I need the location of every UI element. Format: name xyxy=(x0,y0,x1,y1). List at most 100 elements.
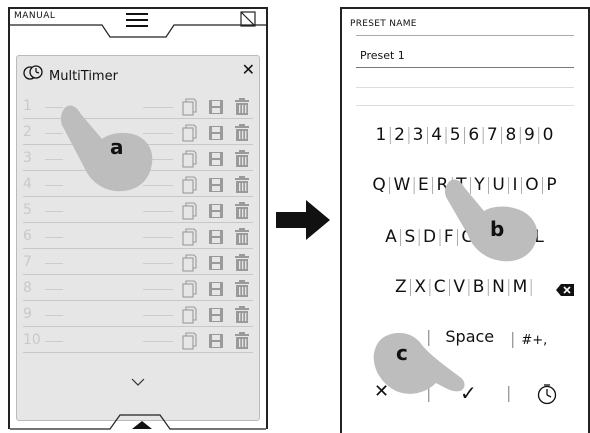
key-separator: | xyxy=(485,277,493,297)
save-icon[interactable] xyxy=(209,126,223,140)
key-separator: | xyxy=(387,125,395,145)
timer-row-time-placeholder xyxy=(143,315,173,316)
timer-row[interactable]: 5 xyxy=(23,200,253,223)
timer-row[interactable]: 7 xyxy=(23,252,253,275)
key-3[interactable]: 3 xyxy=(413,125,425,145)
key-6[interactable]: 6 xyxy=(468,125,480,145)
copy-icon[interactable] xyxy=(182,254,197,272)
key-a[interactable]: A xyxy=(385,227,398,247)
callout-b: b xyxy=(490,217,505,241)
save-icon[interactable] xyxy=(209,100,223,114)
delete-icon[interactable] xyxy=(235,98,249,115)
timer-row[interactable]: 10 xyxy=(23,330,253,353)
symbols-key-label: #+, xyxy=(521,333,548,348)
save-icon[interactable] xyxy=(209,282,223,296)
copy-icon[interactable] xyxy=(182,280,197,298)
timer-row[interactable]: 6 xyxy=(23,226,253,249)
key-0[interactable]: 0 xyxy=(543,125,555,145)
timer-row-actions xyxy=(182,150,249,168)
menu-icon[interactable] xyxy=(126,13,148,27)
timer-row-number: 5 xyxy=(23,202,32,218)
top-bar: MANUAL xyxy=(10,9,266,39)
input-line-3 xyxy=(356,105,574,106)
timer-row-number: 1 xyxy=(23,98,32,114)
expand-corner-icon[interactable] xyxy=(240,11,256,27)
timer-row-actions xyxy=(182,98,249,116)
delete-icon[interactable] xyxy=(235,228,249,245)
key-2[interactable]: 2 xyxy=(394,125,406,145)
copy-icon[interactable] xyxy=(182,306,197,324)
key-s[interactable]: S xyxy=(404,227,416,247)
delete-icon[interactable] xyxy=(235,332,249,349)
copy-icon[interactable] xyxy=(182,202,197,220)
key-n[interactable]: N xyxy=(492,277,506,297)
key-separator: | xyxy=(424,125,432,145)
key-v[interactable]: V xyxy=(453,277,466,297)
timer-row-number: 4 xyxy=(23,176,32,192)
right-device-screen: PRESET NAME Preset 1 1|2|3|4|5|6|7|8|9|0… xyxy=(340,7,590,433)
key-d[interactable]: D xyxy=(423,227,437,247)
key-m[interactable]: M xyxy=(513,277,529,297)
key-w[interactable]: W xyxy=(393,175,411,195)
key-b[interactable]: B xyxy=(473,277,486,297)
save-icon[interactable] xyxy=(209,334,223,348)
timer-row[interactable]: 9 xyxy=(23,304,253,327)
copy-icon[interactable] xyxy=(182,124,197,142)
timer-icon[interactable] xyxy=(536,383,558,405)
save-icon[interactable] xyxy=(209,256,223,270)
timer-row-time-placeholder xyxy=(143,263,173,264)
key-9[interactable]: 9 xyxy=(524,125,536,145)
key-1[interactable]: 1 xyxy=(376,125,388,145)
key-separator: | xyxy=(466,277,473,297)
copy-icon[interactable] xyxy=(182,150,197,168)
save-icon[interactable] xyxy=(209,308,223,322)
key-7[interactable]: 7 xyxy=(487,125,499,145)
key-p[interactable]: P xyxy=(546,175,557,195)
delete-icon[interactable] xyxy=(235,124,249,141)
key-z[interactable]: Z xyxy=(395,277,408,297)
bottom-tab[interactable] xyxy=(10,409,266,431)
copy-icon[interactable] xyxy=(182,332,197,350)
symbols-key[interactable]: | #+, xyxy=(510,329,547,348)
delete-icon[interactable] xyxy=(235,150,249,167)
delete-icon[interactable] xyxy=(235,306,249,323)
delete-icon[interactable] xyxy=(235,280,249,297)
copy-icon[interactable] xyxy=(182,98,197,116)
timer-row-time-placeholder xyxy=(143,341,173,342)
chevron-down-icon[interactable] xyxy=(131,374,145,390)
callout-c: c xyxy=(396,341,408,365)
key-separator: | xyxy=(443,125,450,145)
backspace-icon[interactable] xyxy=(556,283,574,297)
key-8[interactable]: 8 xyxy=(505,125,517,145)
timer-row-actions xyxy=(182,228,249,246)
right-arrow-icon xyxy=(276,200,330,240)
save-icon[interactable] xyxy=(209,152,223,166)
action-separator-2: | xyxy=(506,383,512,402)
key-separator: | xyxy=(446,277,454,297)
key-separator: | xyxy=(461,125,469,145)
preset-name-input[interactable]: Preset 1 xyxy=(360,49,405,62)
delete-icon[interactable] xyxy=(235,254,249,271)
timer-row-number: 9 xyxy=(23,306,32,322)
save-icon[interactable] xyxy=(209,204,223,218)
timer-row[interactable]: 8 xyxy=(23,278,253,301)
copy-icon[interactable] xyxy=(182,176,197,194)
key-q[interactable]: Q xyxy=(372,175,386,195)
key-x[interactable]: X xyxy=(414,277,427,297)
timer-row-actions xyxy=(182,124,249,142)
key-5[interactable]: 5 xyxy=(450,125,462,145)
key-e[interactable]: E xyxy=(418,175,430,195)
close-icon[interactable]: ✕ xyxy=(242,60,255,79)
key-4[interactable]: 4 xyxy=(431,125,443,145)
timer-row-actions xyxy=(182,176,249,194)
save-icon[interactable] xyxy=(209,230,223,244)
delete-icon[interactable] xyxy=(235,176,249,193)
key-c[interactable]: C xyxy=(434,277,447,297)
save-icon[interactable] xyxy=(209,178,223,192)
key-separator: | xyxy=(416,227,423,247)
key-separator: | xyxy=(397,227,405,247)
delete-icon[interactable] xyxy=(235,202,249,219)
copy-icon[interactable] xyxy=(182,228,197,246)
key-separator: | xyxy=(480,125,487,145)
input-underline xyxy=(356,67,574,68)
